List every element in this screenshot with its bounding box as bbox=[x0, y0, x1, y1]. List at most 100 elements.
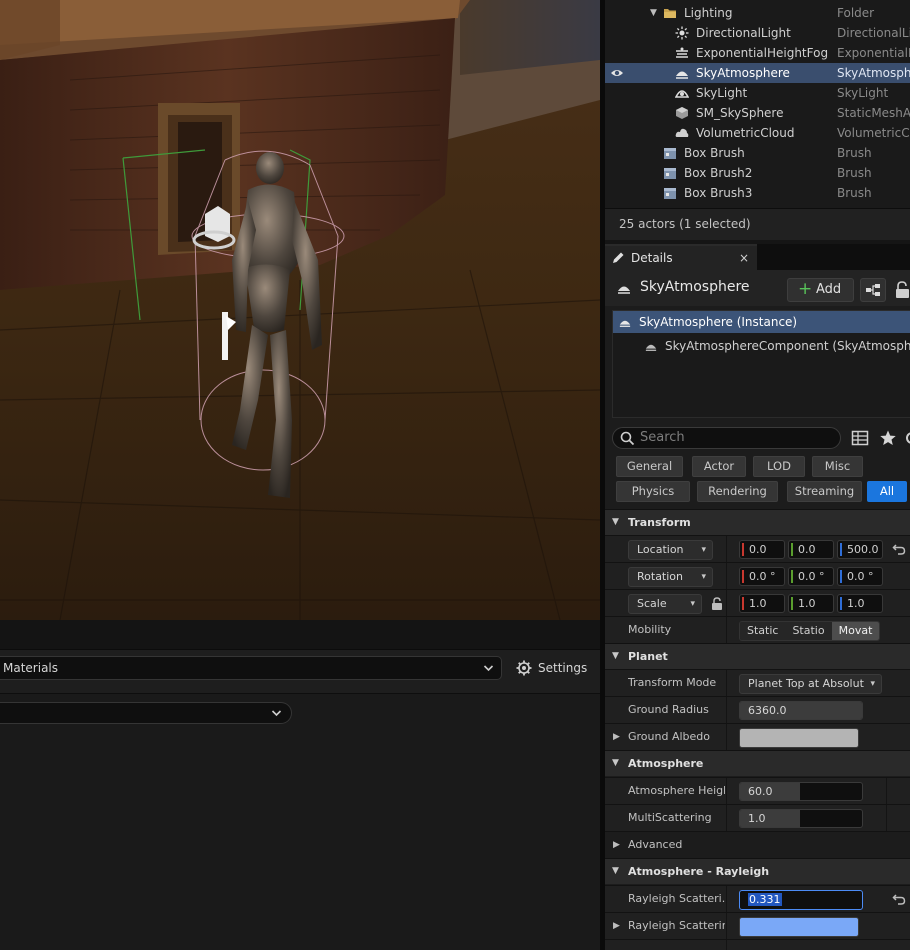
location-x-field[interactable]: 0.0 bbox=[739, 540, 785, 559]
transform-mode-row: Transform Mode Planet Top at Absolut ▾ bbox=[605, 669, 910, 696]
mobility-segmented-control: Static Statio Movat bbox=[739, 621, 881, 641]
rayleigh-scattering-row: ▶ Rayleigh Scattering bbox=[605, 912, 910, 939]
reset-to-default-icon[interactable] bbox=[892, 892, 906, 906]
collapse-arrow-icon[interactable]: ▼ bbox=[650, 3, 657, 23]
location-mode-dropdown[interactable]: Location ▾ bbox=[628, 540, 713, 560]
rotation-x-field[interactable]: 0.0 ° bbox=[739, 567, 785, 586]
component-row-sky-atmosphere[interactable]: SkyAtmosphereComponent (SkyAtmosphereCom… bbox=[613, 335, 910, 357]
column-divider bbox=[726, 805, 727, 831]
details-search-input[interactable]: Search bbox=[612, 427, 841, 449]
partial-row bbox=[605, 939, 910, 950]
rotation-row: Rotation ▾ 0.0 ° 0.0 ° 0.0 ° bbox=[605, 562, 910, 589]
outliner-row[interactable]: Box Brush2 Brush bbox=[605, 163, 910, 183]
column-divider bbox=[886, 778, 887, 804]
outliner-row[interactable]: SkyLight SkyLight bbox=[605, 83, 910, 103]
brush-icon bbox=[664, 148, 676, 159]
mobility-option-static[interactable]: Static bbox=[740, 622, 786, 640]
filter-chip-streaming[interactable]: Streaming bbox=[787, 481, 862, 502]
expand-arrow-icon[interactable]: ▶ bbox=[613, 913, 620, 939]
category-planet[interactable]: ▼ Planet bbox=[605, 643, 910, 669]
chevron-down-icon: ▾ bbox=[870, 679, 875, 689]
star-icon[interactable] bbox=[879, 429, 897, 447]
eye-icon[interactable] bbox=[610, 66, 624, 80]
scale-z-value: 1.0 bbox=[847, 597, 865, 610]
gear-icon[interactable] bbox=[903, 429, 910, 447]
scale-z-field[interactable]: 1.0 bbox=[837, 594, 883, 613]
category-rayleigh[interactable]: ▼ Atmosphere - Rayleigh bbox=[605, 858, 910, 884]
advanced-row[interactable]: ▶ Advanced bbox=[605, 831, 910, 858]
filter-chip-all[interactable]: All bbox=[867, 481, 907, 502]
filter-chip-lod[interactable]: LOD bbox=[753, 456, 805, 477]
atmosphere-height-field[interactable]: 60.0 bbox=[739, 782, 863, 801]
outliner-row[interactable]: ExponentialHeightFog ExponentialH bbox=[605, 43, 910, 63]
lock-icon[interactable] bbox=[895, 280, 909, 300]
rayleigh-scattering-scale-input[interactable]: 0.331 bbox=[739, 890, 863, 910]
scale-y-field[interactable]: 1.0 bbox=[788, 594, 834, 613]
filter-chip-physics[interactable]: Physics bbox=[616, 481, 690, 502]
rayleigh-scattering-color-swatch[interactable] bbox=[739, 917, 859, 937]
skylight-icon bbox=[675, 90, 689, 98]
mobility-option-stationary[interactable]: Statio bbox=[785, 622, 832, 640]
table-view-icon[interactable] bbox=[851, 429, 869, 447]
outliner-row[interactable]: SM_SkySphere StaticMeshA bbox=[605, 103, 910, 123]
category-transform[interactable]: ▼ Transform bbox=[605, 509, 910, 535]
close-icon[interactable]: × bbox=[739, 246, 749, 270]
transform-mode-value: Planet Top at Absolut bbox=[748, 677, 864, 690]
scale-mode-dropdown[interactable]: Scale ▾ bbox=[628, 594, 702, 614]
collapse-arrow-icon: ▼ bbox=[612, 758, 619, 768]
scale-x-field[interactable]: 1.0 bbox=[739, 594, 785, 613]
tab-details-label: Details bbox=[631, 251, 673, 265]
filter-chip-general[interactable]: General bbox=[616, 456, 683, 477]
settings-button[interactable]: Settings bbox=[516, 656, 587, 680]
filter-chip-rendering[interactable]: Rendering bbox=[697, 481, 778, 502]
component-row-instance[interactable]: SkyAtmosphere (Instance) bbox=[613, 311, 910, 333]
blueprint-button[interactable] bbox=[860, 278, 886, 302]
actor-name: SkyAtmosphere bbox=[640, 279, 750, 295]
panel-tab-strip bbox=[0, 620, 600, 650]
rotation-y-field[interactable]: 0.0 ° bbox=[788, 567, 834, 586]
rotation-y-value: 0.0 ° bbox=[798, 570, 825, 583]
add-component-button[interactable]: + Add bbox=[787, 278, 854, 302]
ground-radius-field[interactable]: 6360.0 bbox=[739, 701, 863, 720]
multiscattering-label: MultiScattering bbox=[628, 811, 712, 824]
category-label: Planet bbox=[628, 650, 668, 663]
rotation-mode-dropdown[interactable]: Rotation ▾ bbox=[628, 567, 713, 587]
filter-combo[interactable]: Materials bbox=[0, 656, 502, 680]
rotation-z-value: 0.0 ° bbox=[847, 570, 874, 583]
outliner-row[interactable]: SkyAtmosphere SkyAtmosph bbox=[605, 63, 910, 83]
outliner-row[interactable]: Box Brush3 Brush bbox=[605, 183, 910, 203]
expand-arrow-icon: ▶ bbox=[613, 840, 620, 850]
transform-mode-dropdown[interactable]: Planet Top at Absolut ▾ bbox=[739, 674, 882, 694]
scale-x-value: 1.0 bbox=[749, 597, 767, 610]
expand-arrow-icon[interactable]: ▶ bbox=[613, 724, 620, 750]
outliner-row[interactable]: VolumetricCloud VolumetricCl bbox=[605, 123, 910, 143]
chevron-down-icon bbox=[483, 657, 494, 688]
rotation-z-field[interactable]: 0.0 ° bbox=[837, 567, 883, 586]
filter-chip-actor[interactable]: Actor bbox=[692, 456, 746, 477]
category-atmosphere[interactable]: ▼ Atmosphere bbox=[605, 750, 910, 776]
outliner-item-type: StaticMeshA bbox=[837, 106, 910, 120]
location-y-value: 0.0 bbox=[798, 543, 816, 556]
secondary-combo[interactable] bbox=[0, 702, 292, 724]
scale-y-value: 1.0 bbox=[798, 597, 816, 610]
category-label: Transform bbox=[628, 516, 691, 529]
settings-label: Settings bbox=[538, 661, 588, 675]
outliner-row[interactable]: ▼ Lighting Folder bbox=[605, 3, 910, 23]
location-z-field[interactable]: 500.0 bbox=[837, 540, 883, 559]
mobility-option-movable[interactable]: Movat bbox=[831, 622, 880, 640]
outliner-row[interactable]: Box Brush Brush bbox=[605, 143, 910, 163]
unlock-icon[interactable] bbox=[711, 597, 723, 611]
details-tab-strip: Details × bbox=[605, 244, 910, 270]
ground-albedo-color-swatch[interactable] bbox=[739, 728, 859, 748]
location-y-field[interactable]: 0.0 bbox=[788, 540, 834, 559]
hierarchy-icon bbox=[866, 284, 880, 296]
filter-chip-misc[interactable]: Misc bbox=[812, 456, 863, 477]
tab-details[interactable]: Details × bbox=[605, 244, 757, 270]
category-label: Atmosphere bbox=[628, 757, 704, 770]
level-viewport[interactable] bbox=[0, 0, 600, 620]
reset-to-default-icon[interactable] bbox=[892, 542, 906, 556]
outliner-status: 25 actors (1 selected) bbox=[605, 208, 910, 240]
multiscattering-field[interactable]: 1.0 bbox=[739, 809, 863, 828]
outliner-item-type: Brush bbox=[837, 166, 872, 180]
outliner-row[interactable]: DirectionalLight DirectionalLi bbox=[605, 23, 910, 43]
